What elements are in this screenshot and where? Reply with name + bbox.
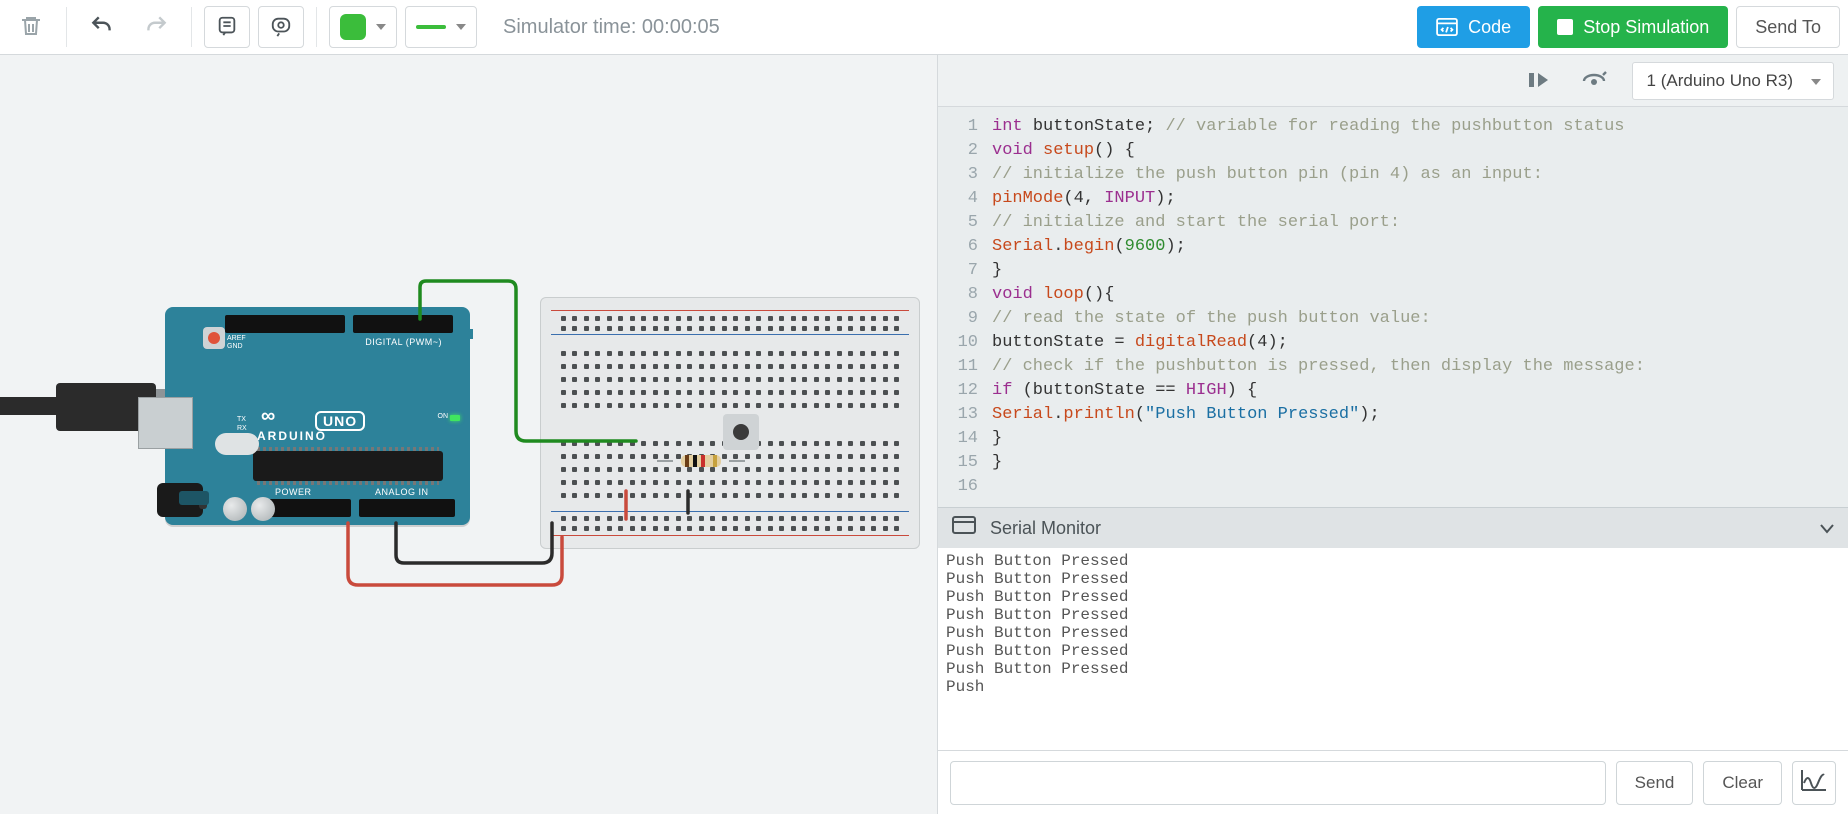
eye-icon [269, 15, 293, 40]
arduino-power-label: POWER [275, 487, 312, 497]
code-icon [1436, 18, 1458, 36]
serial-input[interactable] [950, 761, 1606, 805]
arduino-on-label: ON [438, 413, 449, 420]
arduino-digital-header-left[interactable] [225, 315, 345, 333]
arduino-gnd-label: GND [227, 343, 243, 350]
wire-style-icon [416, 25, 446, 29]
arduino-brand-label: ARDUINO [257, 429, 327, 443]
serial-monitor-header[interactable]: Serial Monitor [938, 508, 1848, 548]
serial-graph-button[interactable] [1792, 761, 1836, 805]
toolbar-separator [66, 7, 67, 47]
redo-button[interactable] [133, 6, 179, 48]
view-toggle-button[interactable] [258, 6, 304, 48]
trash-icon [19, 14, 43, 41]
wire-color-picker[interactable] [329, 6, 397, 48]
arduino-crystal [215, 433, 259, 455]
color-swatch [340, 14, 366, 40]
arduino-digital-header-right[interactable] [353, 315, 453, 333]
breadboard[interactable] [540, 297, 920, 549]
stop-simulation-button[interactable]: Stop Simulation [1538, 6, 1728, 48]
circuit-canvas[interactable]: DIGITAL (PWM~) POWER ANALOG IN AREF GND … [0, 55, 938, 814]
undo-icon [89, 13, 115, 42]
code-pane-header: 1 (Arduino Uno R3) [938, 55, 1848, 107]
breadboard-bottom-power-rows [559, 514, 901, 532]
code-editor[interactable]: 12345678910111213141516 int buttonState;… [938, 107, 1848, 507]
top-toolbar: Simulator time: 00:00:05 Code Stop Simul… [0, 0, 1848, 55]
debug-resume-button[interactable] [1576, 63, 1612, 99]
board-selector[interactable]: 1 (Arduino Uno R3) [1632, 62, 1834, 100]
arduino-uno-logo: UNO [315, 411, 365, 431]
arduino-regulator [179, 491, 209, 505]
breadboard-terminal-rows-top [559, 348, 901, 411]
undo-button[interactable] [79, 6, 125, 48]
breadboard-rail-top-neg [551, 334, 909, 335]
breadboard-rail-bot-pos [551, 535, 909, 536]
board-selector-label: 1 (Arduino Uno R3) [1647, 71, 1793, 91]
breadboard-top-power-rows [559, 314, 901, 332]
graph-icon [1801, 769, 1827, 796]
arduino-atmega-chip [253, 451, 443, 481]
code-toggle-button[interactable]: Code [1417, 6, 1530, 48]
editor-lines[interactable]: int buttonState; // variable for reading… [986, 107, 1655, 507]
annotate-button[interactable] [204, 6, 250, 48]
breadboard-rail-top-pos [551, 310, 909, 311]
send-to-button[interactable]: Send To [1736, 6, 1840, 48]
arduino-aref-label: AREF [227, 335, 246, 342]
push-button-component[interactable] [723, 414, 759, 450]
stop-button-label: Stop Simulation [1583, 17, 1709, 38]
arduino-usb-port [138, 397, 193, 449]
arduino-capacitor [251, 497, 275, 521]
serial-monitor-panel: Serial Monitor Push Button PressedPush B… [938, 507, 1848, 814]
serial-output[interactable]: Push Button PressedPush Button PressedPu… [938, 548, 1848, 750]
arduino-reset-button[interactable] [203, 327, 225, 349]
step-over-button[interactable] [1520, 63, 1556, 99]
resistor-component[interactable] [671, 455, 731, 467]
serial-send-button[interactable]: Send [1616, 761, 1694, 805]
arduino-analog-label: ANALOG IN [375, 487, 429, 497]
chevron-down-icon [456, 24, 466, 30]
breadboard-rail-bot-neg [551, 511, 909, 512]
chevron-down-icon [1811, 79, 1821, 85]
redo-icon [143, 13, 169, 42]
chevron-down-icon [376, 24, 386, 30]
chevron-down-icon [1820, 518, 1834, 539]
toolbar-separator [316, 7, 317, 47]
debug-icon [1581, 69, 1607, 92]
arduino-rxtx-labels: TXRX [237, 415, 247, 433]
simulator-time-label: Simulator time: 00:00:05 [503, 16, 720, 39]
stop-icon [1557, 19, 1573, 35]
serial-clear-button[interactable]: Clear [1703, 761, 1782, 805]
delete-button[interactable] [8, 6, 54, 48]
code-pane: 1 (Arduino Uno R3) 123456789101112131415… [938, 55, 1848, 814]
serial-monitor-title: Serial Monitor [990, 518, 1101, 539]
arduino-uno-board[interactable]: DIGITAL (PWM~) POWER ANALOG IN AREF GND … [165, 307, 470, 525]
serial-monitor-icon [952, 516, 976, 541]
step-icon [1526, 69, 1550, 92]
arduino-digital-label: DIGITAL (PWM~) [365, 337, 442, 347]
note-icon [216, 15, 238, 40]
editor-gutter: 12345678910111213141516 [938, 107, 986, 507]
arduino-on-led [450, 415, 460, 421]
serial-footer: Send Clear [938, 750, 1848, 814]
code-button-label: Code [1468, 17, 1511, 38]
wire-style-picker[interactable] [405, 6, 477, 48]
send-to-label: Send To [1755, 17, 1821, 38]
arduino-logo-icon: ∞ [261, 405, 275, 428]
usb-cable [0, 397, 60, 415]
toolbar-separator [191, 7, 192, 47]
arduino-analog-header[interactable] [359, 499, 455, 517]
arduino-capacitor [223, 497, 247, 521]
